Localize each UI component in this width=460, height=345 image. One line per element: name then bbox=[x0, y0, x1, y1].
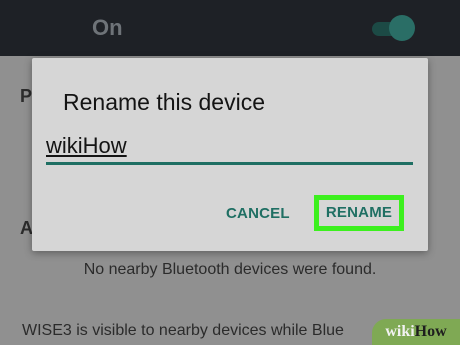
watermark-part-how: How bbox=[414, 323, 447, 340]
visibility-message: WISE3 is visible to nearby devices while… bbox=[22, 322, 344, 339]
bluetooth-on-label: On bbox=[92, 15, 123, 40]
rename-button[interactable]: RENAME bbox=[314, 195, 404, 231]
wikihow-watermark: wikiHow bbox=[372, 319, 460, 345]
bluetooth-header-bar: On bbox=[0, 0, 460, 56]
watermark-part-wiki: wiki bbox=[385, 323, 415, 340]
background-section-label: P bbox=[20, 86, 33, 106]
device-name-input[interactable] bbox=[46, 130, 413, 165]
bluetooth-toggle-switch[interactable] bbox=[389, 15, 415, 41]
no-devices-message: No nearby Bluetooth devices were found. bbox=[83, 261, 377, 278]
rename-device-dialog: Rename this device CANCEL RENAME bbox=[32, 58, 428, 251]
cancel-button[interactable]: CANCEL bbox=[226, 205, 290, 222]
dialog-title: Rename this device bbox=[63, 89, 265, 115]
